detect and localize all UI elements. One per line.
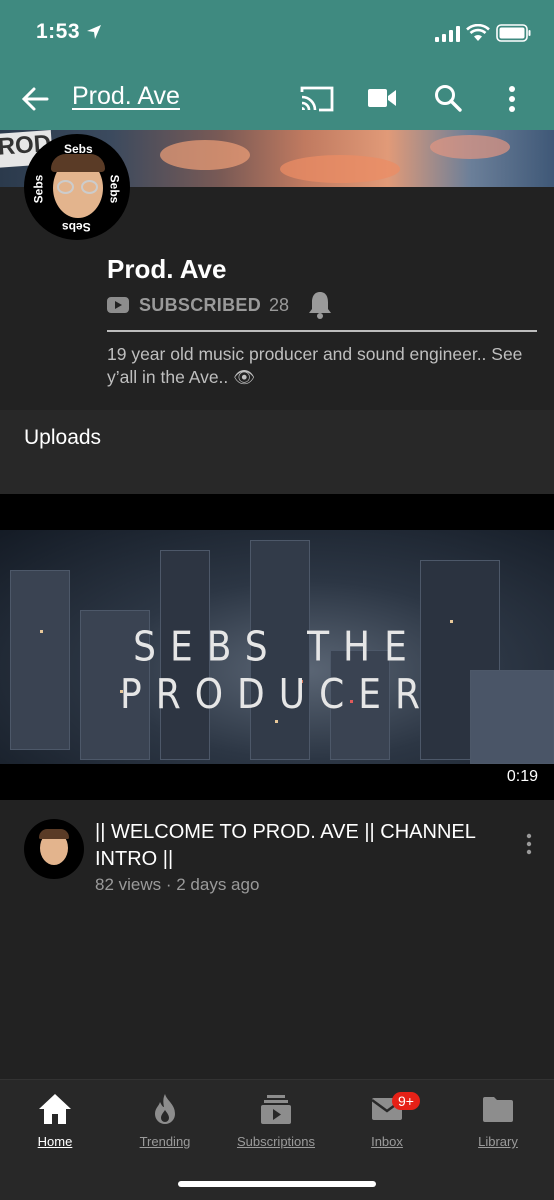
app-bar: Prod. Ave (0, 70, 554, 130)
avatar-glasses (81, 180, 98, 194)
nav-trending[interactable]: Trending (110, 1088, 220, 1149)
banner-cloud (280, 155, 400, 183)
home-icon (39, 1094, 71, 1124)
banner-cloud (430, 135, 510, 159)
wifi-icon (466, 24, 490, 41)
status-time: 1:53 (36, 20, 81, 43)
city-light (275, 720, 278, 723)
inbox-badge: 9+ (392, 1092, 420, 1110)
home-indicator[interactable] (178, 1181, 376, 1187)
battery-icon (496, 24, 531, 42)
avatar-ring-text: Sebs (31, 174, 46, 204)
uploads-label: Uploads (24, 426, 102, 449)
video-frame: SEBS THE PRODUCER (0, 530, 554, 764)
nav-label: Library (478, 1134, 518, 1149)
divider (107, 330, 537, 332)
video-channel-avatar[interactable] (24, 819, 84, 879)
back-arrow-icon[interactable] (20, 84, 50, 114)
video-thumbnail[interactable]: SEBS THE PRODUCER 0:19 (0, 494, 554, 800)
search-icon[interactable] (433, 83, 463, 113)
video-duration: 0:19 (500, 766, 544, 788)
header: 1:53 Prod. Ave (0, 0, 554, 130)
camera-icon[interactable] (367, 86, 397, 110)
nav-library[interactable]: Library (443, 1088, 553, 1149)
status-bar: 1:53 (0, 0, 554, 70)
subscription-row[interactable]: SUBSCRIBED 28 (107, 292, 289, 318)
banner-cloud (160, 140, 250, 170)
nav-label: Inbox (371, 1134, 403, 1149)
avatar-hair (39, 829, 69, 839)
subscriber-count: 28 (269, 294, 290, 315)
location-arrow-icon (87, 25, 101, 39)
nav-subscriptions[interactable]: Subscriptions (221, 1088, 331, 1149)
channel-title-link[interactable]: Prod. Ave (72, 82, 180, 111)
subscribed-label[interactable]: SUBSCRIBED (139, 295, 261, 316)
avatar-glasses (57, 180, 74, 194)
video-more-icon[interactable] (524, 833, 534, 855)
city-light (450, 620, 453, 623)
nav-label: Subscriptions (236, 1134, 316, 1149)
nav-label: Trending (139, 1134, 191, 1149)
avatar-ring-text: Sebs (62, 220, 91, 234)
video-meta: 82 views · 2 days ago (95, 875, 260, 894)
video-title[interactable]: || WELCOME TO PROD. AVE || CHANNEL INTRO… (95, 819, 495, 873)
uploads-section-header: Uploads (0, 410, 554, 494)
more-vert-icon[interactable] (498, 84, 526, 114)
channel-avatar[interactable]: Sebs Sebs Sebs Sebs (24, 134, 130, 240)
subscriptions-icon (261, 1095, 291, 1124)
cellular-signal-icon (435, 26, 460, 42)
nav-home[interactable]: Home (0, 1088, 110, 1149)
channel-name: Prod. Ave (107, 254, 227, 284)
nav-inbox[interactable]: 9+ Inbox (332, 1088, 442, 1149)
avatar-hair (51, 154, 105, 172)
nav-label: Home (37, 1134, 73, 1149)
youtube-logo-icon (107, 297, 129, 313)
video-overlay-title: SEBS THE PRODUCER (119, 623, 435, 719)
flame-icon (155, 1094, 175, 1124)
video-info[interactable]: || WELCOME TO PROD. AVE || CHANNEL INTRO… (0, 811, 554, 911)
folder-icon (483, 1097, 513, 1122)
cast-icon[interactable] (299, 84, 335, 114)
notification-bell-icon[interactable] (306, 289, 334, 319)
channel-description: 19 year old music producer and sound eng… (107, 344, 523, 387)
avatar-ring-text: Sebs (107, 174, 122, 204)
